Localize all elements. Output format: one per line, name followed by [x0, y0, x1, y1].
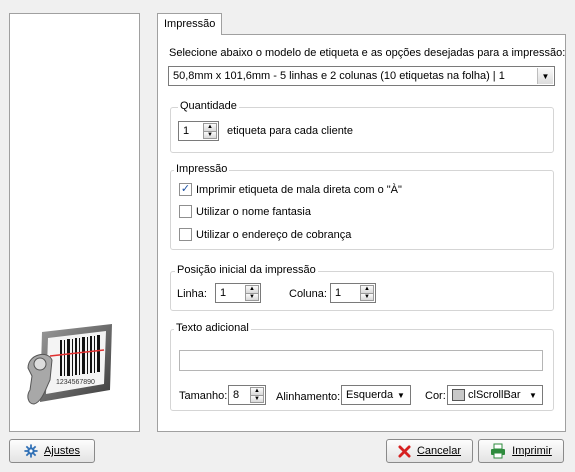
option-endereco-cobranca-label: Utilizar o endereço de cobrança: [196, 228, 352, 241]
spin-down-icon[interactable]: ▼: [245, 293, 259, 301]
option-mala-direta[interactable]: ✓ Imprimir etiqueta de mala direta com o…: [179, 183, 402, 196]
linha-label: Linha:: [177, 288, 207, 300]
impressao-legend: Impressão: [174, 163, 230, 175]
spin-down-icon[interactable]: ▼: [360, 293, 374, 301]
gear-icon: [24, 444, 38, 458]
logo-barcode-digits: 1234567890: [56, 379, 95, 386]
texto-adicional-input[interactable]: [179, 350, 543, 371]
color-swatch: [452, 389, 465, 401]
spin-up-icon[interactable]: ▲: [203, 123, 217, 132]
ajustes-button[interactable]: Ajustes: [9, 439, 95, 463]
instructions-text: Selecione abaixo o modelo de etiqueta e …: [169, 47, 566, 59]
imprimir-button[interactable]: Imprimir: [478, 439, 564, 463]
spin-down-icon[interactable]: ▼: [203, 131, 217, 139]
chevron-down-icon[interactable]: ▼: [525, 387, 541, 403]
option-nome-fantasia-label: Utilizar o nome fantasia: [196, 205, 311, 218]
alinhamento-value: Esquerda: [346, 389, 394, 401]
tamanho-stepper[interactable]: 8 ▲ ▼: [228, 385, 266, 405]
option-nome-fantasia[interactable]: Utilizar o nome fantasia: [179, 205, 311, 218]
cor-select[interactable]: clScrollBar ▼: [447, 385, 543, 405]
linha-value: 1: [220, 287, 227, 299]
cancelar-button[interactable]: Cancelar: [386, 439, 473, 463]
checkbox-endereco-cobranca[interactable]: [179, 228, 192, 241]
coluna-stepper[interactable]: 1 ▲ ▼: [330, 283, 376, 303]
spin-up-icon[interactable]: ▲: [250, 387, 264, 396]
ajustes-label: Ajustes: [43, 445, 81, 457]
spin-down-icon[interactable]: ▼: [250, 395, 264, 403]
linha-stepper[interactable]: 1 ▲ ▼: [215, 283, 261, 303]
spin-up-icon[interactable]: ▲: [245, 285, 259, 294]
quantidade-label: etiqueta para cada cliente: [227, 125, 353, 137]
coluna-label: Coluna:: [289, 288, 327, 300]
imprimir-label: Imprimir: [512, 445, 552, 457]
close-icon: [398, 444, 411, 458]
option-mala-direta-label: Imprimir etiqueta de mala direta com o "…: [196, 183, 402, 196]
coluna-value: 1: [335, 287, 342, 299]
cor-value: clScrollBar: [468, 389, 521, 401]
spin-up-icon[interactable]: ▲: [360, 285, 374, 294]
label-printer-logo: 1234567890: [27, 324, 112, 405]
cancelar-label: Cancelar: [416, 445, 462, 457]
texto-adicional-legend: Texto adicional: [174, 322, 251, 334]
quantidade-legend: Quantidade: [178, 100, 239, 112]
label-model-value: 50,8mm x 101,6mm - 5 linhas e 2 colunas …: [173, 70, 505, 82]
tamanho-value: 8: [233, 389, 240, 401]
label-model-select[interactable]: 50,8mm x 101,6mm - 5 linhas e 2 colunas …: [168, 66, 555, 86]
alinhamento-select[interactable]: Esquerda ▼: [341, 385, 411, 405]
chevron-down-icon[interactable]: ▼: [393, 387, 409, 403]
quantidade-value: 1: [183, 125, 190, 137]
printer-icon: [490, 443, 506, 459]
checkbox-nome-fantasia[interactable]: [179, 205, 192, 218]
alinhamento-label: Alinhamento:: [276, 391, 341, 403]
cor-label: Cor:: [425, 390, 446, 402]
checkbox-mala-direta[interactable]: ✓: [179, 183, 192, 196]
tab-label: Impressão: [164, 18, 216, 30]
option-endereco-cobranca[interactable]: Utilizar o endereço de cobrança: [179, 228, 351, 241]
quantidade-stepper[interactable]: 1 ▲ ▼: [178, 121, 219, 141]
tamanho-label: Tamanho:: [179, 390, 228, 402]
chevron-down-icon[interactable]: ▼: [537, 68, 553, 84]
tab-impressao[interactable]: Impressão: [157, 13, 222, 35]
posicao-legend: Posição inicial da impressão: [175, 264, 318, 276]
